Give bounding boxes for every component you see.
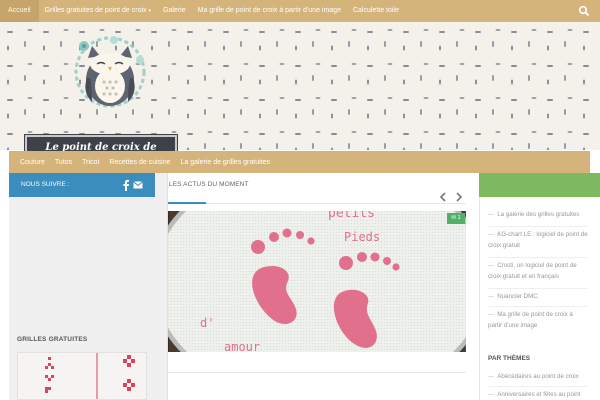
section-underline xyxy=(168,202,206,204)
sidebar-link-crosti[interactable]: — Crosti, un logiciel de point de croix g… xyxy=(488,261,588,282)
nav-item-accueil[interactable]: Accueil xyxy=(0,0,39,22)
dash-icon: — xyxy=(488,231,495,238)
owl-logo-icon[interactable] xyxy=(62,30,158,116)
themes-title: PAR THÈMES xyxy=(488,355,531,362)
divider xyxy=(168,203,466,204)
nav-item-calculette[interactable]: Calculette toile xyxy=(347,0,405,22)
search-icon[interactable] xyxy=(578,5,590,17)
subnav-item-galerie-grilles[interactable]: La galerie de grilles gratuites xyxy=(176,159,276,166)
cross-stitch-pattern-icon xyxy=(45,353,135,399)
featured-word-d: d' xyxy=(200,316,214,330)
subnav-item-tutos[interactable]: Tutos xyxy=(50,159,77,166)
featured-word-petits: petits xyxy=(328,211,375,221)
nav-item-galerie[interactable]: Galerie xyxy=(157,0,192,22)
top-navigation: Accueil Grilles gratuites de point de cr… xyxy=(0,0,600,22)
facebook-icon[interactable] xyxy=(122,179,130,191)
divider xyxy=(488,226,588,227)
chevron-left-icon[interactable] xyxy=(439,192,447,202)
section-title-actus: LES ACTUS DU MOMENT xyxy=(169,181,249,188)
mail-icon[interactable] xyxy=(133,181,143,189)
comment-icon: ✉ xyxy=(451,215,456,221)
dash-icon: — xyxy=(488,373,495,380)
grille-preview-image[interactable] xyxy=(17,352,147,400)
sidebar-link-kg-chart[interactable]: — KG-chart LE : logiciel de point de croi… xyxy=(488,230,588,251)
nav-item-label: Grilles gratuites de point de croix xyxy=(44,7,147,14)
site-header: Le point de croix de Martine xyxy=(0,22,600,174)
secondary-navigation: Couture Tutos Tricot Recettes de cuisine… xyxy=(9,151,590,173)
right-sidebar xyxy=(479,173,600,400)
nav-item-grilles-gratuites[interactable]: Grilles gratuites de point de croix ▾ xyxy=(39,0,157,22)
grilles-gratuites-title: GRILLES GRATUITES xyxy=(17,336,88,343)
theme-link-anniversaires[interactable]: — Anniversaires et fêtes au point xyxy=(488,390,588,400)
baby-feet-embroidery-image: petits Pieds d' amour xyxy=(168,211,466,352)
sidebar-link-nuancier[interactable]: — Nuancier DMC xyxy=(488,292,588,303)
featured-word-pieds: Pieds xyxy=(344,230,380,244)
chevron-down-icon: ▾ xyxy=(148,8,152,14)
dash-icon: — xyxy=(488,391,495,398)
sidebar-link-ma-grille[interactable]: — Ma grille de point de croix à partir d'… xyxy=(488,310,588,331)
featured-word-amour: amour xyxy=(224,340,260,352)
comment-count: 1 xyxy=(457,215,461,221)
dash-icon: — xyxy=(488,211,495,218)
dash-icon: — xyxy=(488,293,495,300)
subnav-item-couture[interactable]: Couture xyxy=(15,159,50,166)
follow-label: NOUS SUIVRE : xyxy=(21,181,70,188)
subnav-item-recettes[interactable]: Recettes de cuisine xyxy=(104,159,175,166)
nav-item-ma-grille[interactable]: Ma grille de point de croix à partir d'u… xyxy=(192,0,347,22)
divider xyxy=(488,257,588,258)
theme-link-abecedaires[interactable]: — Abécédaires au point de croix xyxy=(488,372,588,383)
chevron-right-icon[interactable] xyxy=(455,192,463,202)
follow-bar: NOUS SUIVRE : xyxy=(9,173,155,197)
divider xyxy=(488,386,588,387)
divider xyxy=(488,288,588,289)
dash-icon: — xyxy=(488,311,495,318)
subnav-item-tricot[interactable]: Tricot xyxy=(77,159,104,166)
dash-icon: — xyxy=(488,262,495,269)
divider xyxy=(488,306,588,307)
divider xyxy=(168,372,466,373)
featured-post-image[interactable]: petits Pieds d' amour xyxy=(168,211,466,352)
sidebar-link-galerie[interactable]: — La galerie des grilles gratuites xyxy=(488,210,588,221)
right-sidebar-header xyxy=(479,173,600,197)
comment-count-badge[interactable]: ✉ 1 xyxy=(447,213,465,224)
